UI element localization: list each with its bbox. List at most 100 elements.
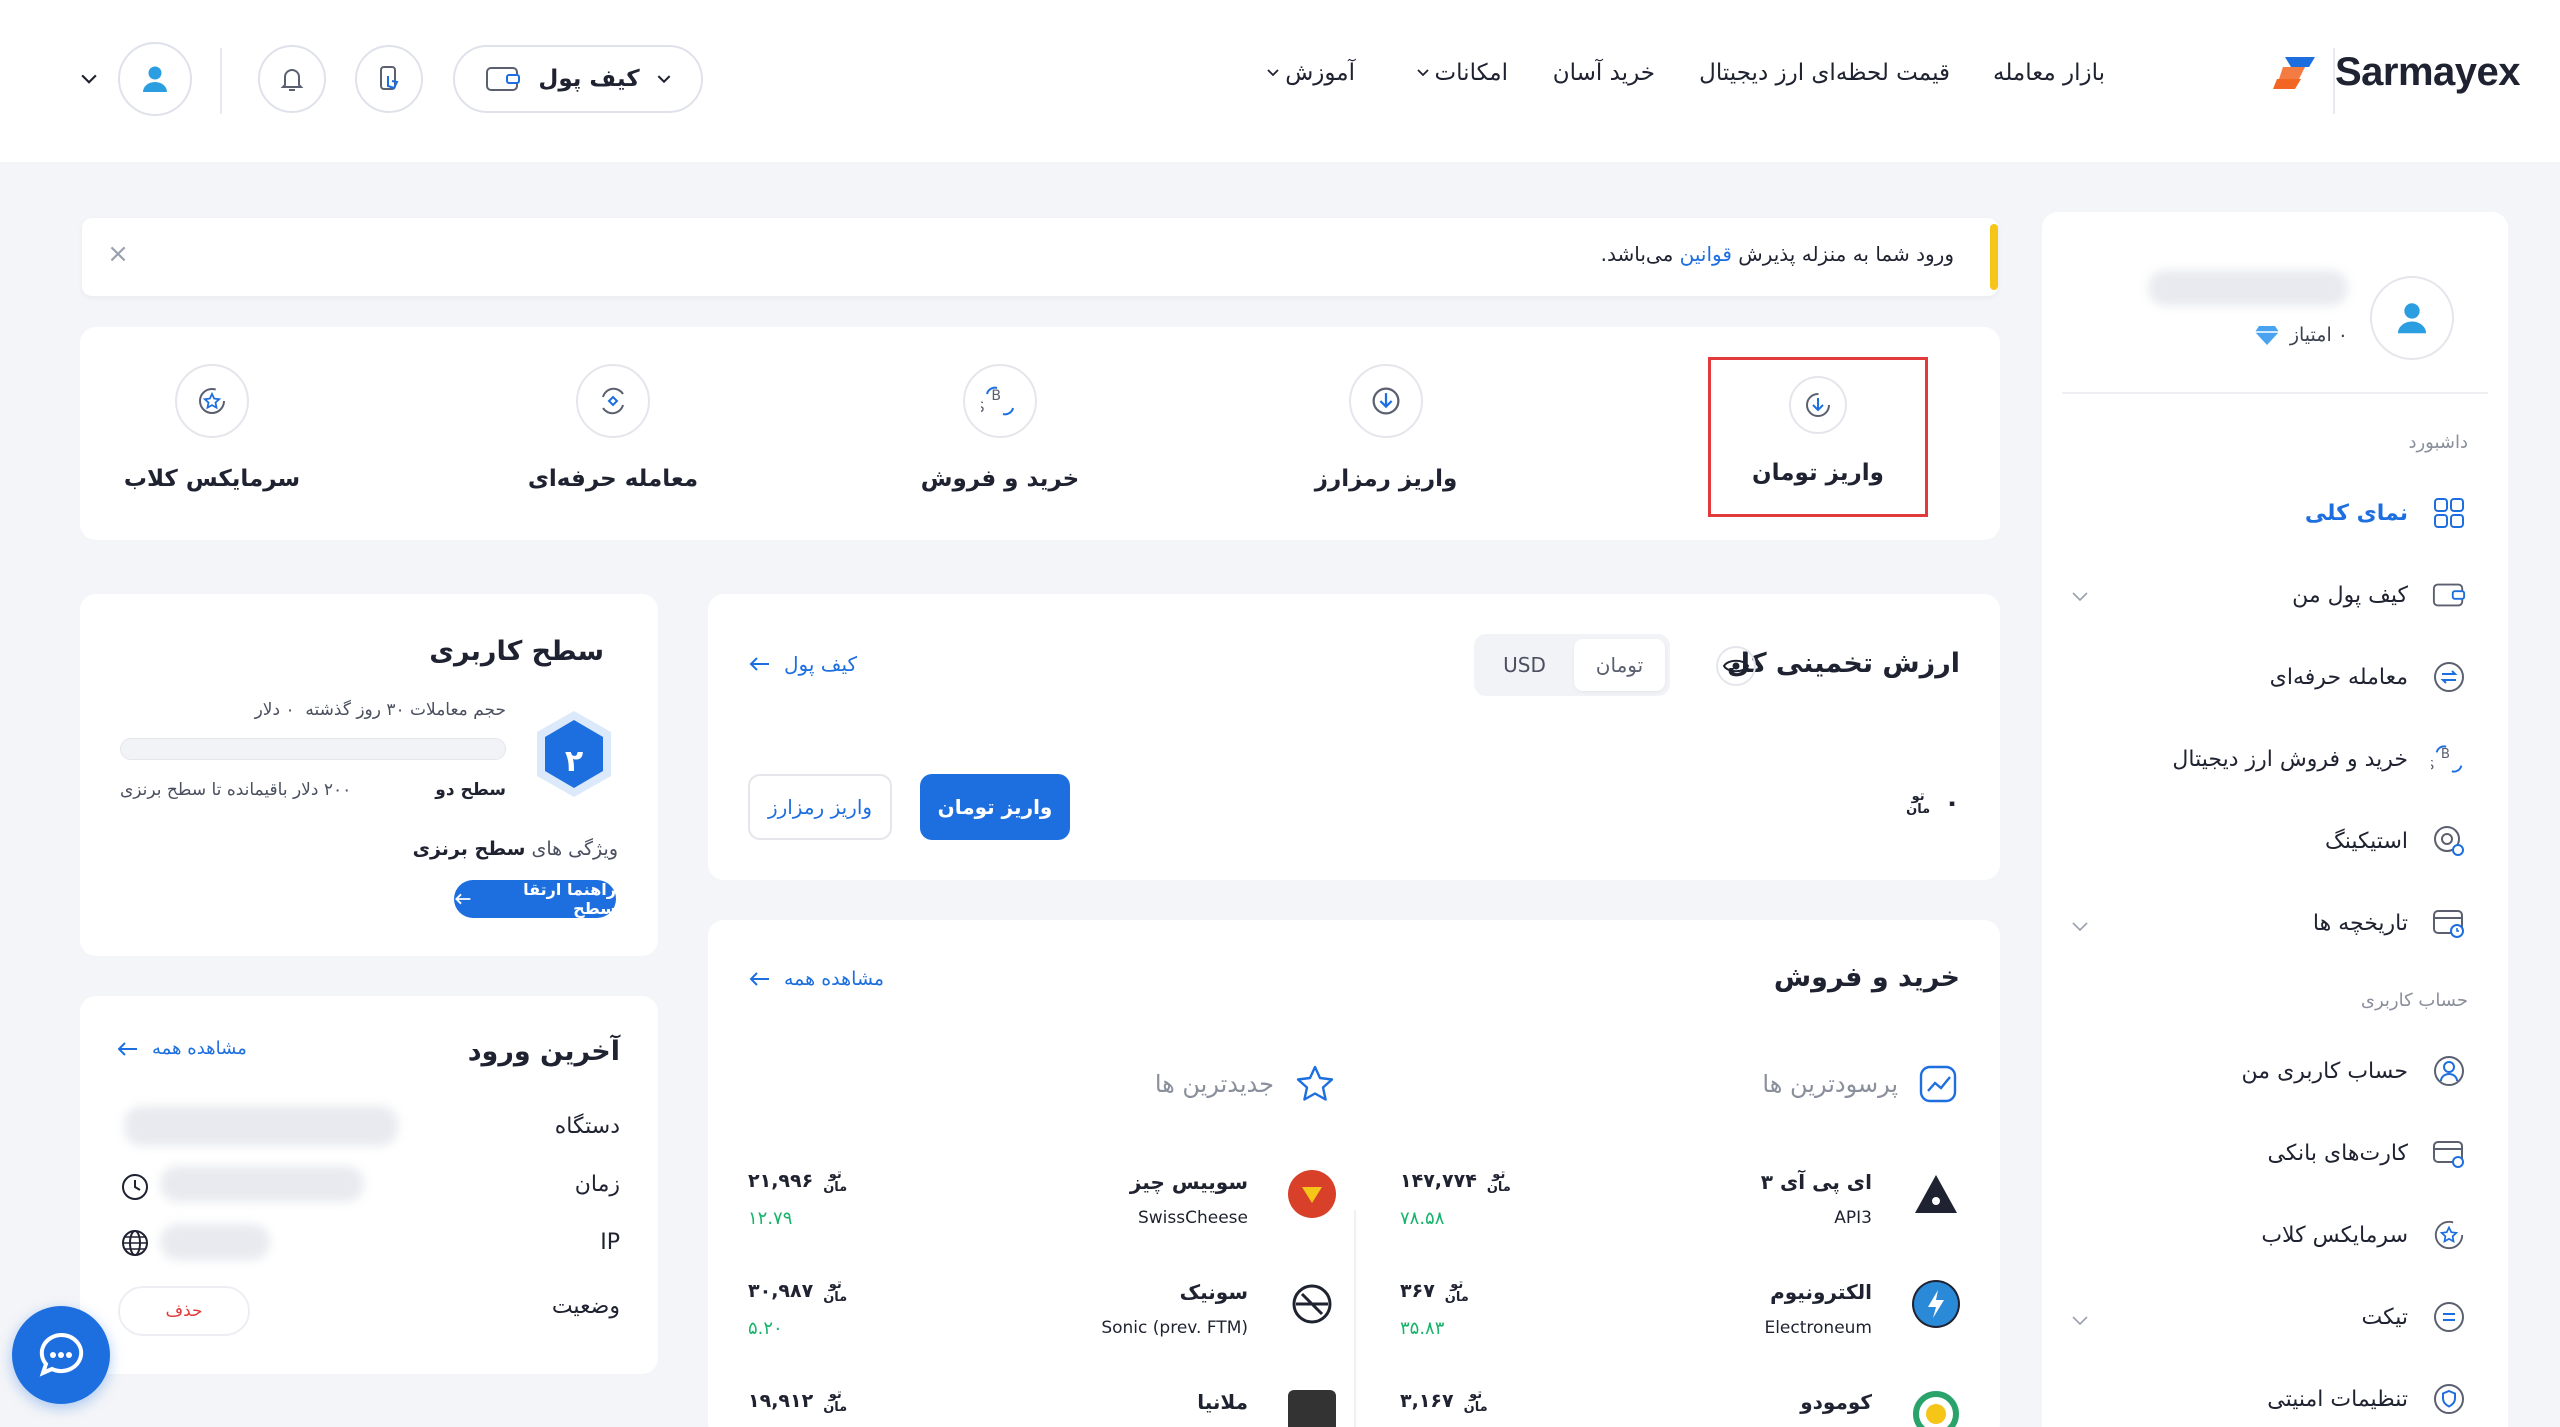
- sidebar-item-club[interactable]: سرمایکس کلاب: [2078, 1212, 2468, 1258]
- quick-buy-sell-label: خرید و فروش: [920, 466, 1080, 492]
- profile-button[interactable]: [118, 42, 192, 116]
- quick-buy-sell[interactable]: $B خرید و فروش: [850, 327, 1150, 540]
- device-label: دستگاه: [554, 1114, 620, 1139]
- list-item[interactable]: الکترونیوم Electroneum تو مان ۳۶۷ ۳۵.۸۳: [1360, 1276, 1960, 1364]
- quick-pro-trade-label: معامله حرفه‌ای: [527, 466, 699, 492]
- sidebar-item-label: خرید و فروش ارز دیجیتال: [2172, 746, 2408, 772]
- quick-club[interactable]: سرمایکس کلاب: [62, 327, 362, 540]
- avatar[interactable]: [2370, 276, 2454, 360]
- coin-change: ۷۸.۵۸: [1400, 1208, 1445, 1229]
- buy-sell-title: خرید و فروش: [1773, 962, 1960, 993]
- level-guide-button[interactable]: راهنما ارتقا سطح: [454, 880, 616, 918]
- coin-price-value: ۱۴۷,۷۷۴: [1400, 1170, 1477, 1192]
- coin-price-value: ۲۱,۹۹۶: [748, 1170, 814, 1192]
- tab-newest[interactable]: جدیدترین ها: [1155, 1064, 1336, 1104]
- nav-features[interactable]: امکانات: [1416, 60, 1508, 86]
- wallet-link[interactable]: کیف پول: [748, 652, 857, 676]
- support-chat-button[interactable]: [12, 1306, 110, 1404]
- toman-unit: تو مان: [823, 1278, 847, 1304]
- notice-message: ورود شما به منزله پذیرش قوانین می‌باشد.: [1601, 242, 1954, 266]
- last-login-see-all[interactable]: مشاهده همه: [116, 1038, 247, 1059]
- sidebar-item-bank-cards[interactable]: کارت‌های بانکی: [2078, 1130, 2468, 1176]
- chevron-down-icon[interactable]: [2072, 1316, 2088, 1326]
- chat-icon: [39, 1332, 84, 1377]
- sidebar-item-my-account[interactable]: حساب کاربری من: [2078, 1048, 2468, 1094]
- tab-most-profitable[interactable]: پرسودترین ها: [1762, 1064, 1960, 1104]
- wallet-icon: [2430, 576, 2468, 614]
- eye-icon[interactable]: [1716, 646, 1756, 686]
- list-item[interactable]: ای پی آی ۳ API3 تو مان ۱۴۷,۷۷۴ ۷۸.۵۸: [1360, 1166, 1960, 1254]
- delete-session-button[interactable]: حذف: [118, 1286, 250, 1336]
- score-text: ۰ امتیاز: [2289, 324, 2348, 346]
- coin-change: ۵.۲۰: [748, 1318, 783, 1339]
- sidebar-item-overview[interactable]: نمای کلی: [2078, 490, 2468, 536]
- list-item[interactable]: ملانیا تو مان ۱۹,۹۱۲: [748, 1386, 1336, 1427]
- coin-price: تو مان ۱۴۷,۷۷۴: [1400, 1168, 1511, 1194]
- notifications-button[interactable]: [258, 45, 326, 113]
- quick-deposit-toman[interactable]: واریز تومان: [1708, 357, 1928, 517]
- sidebar-item-label: تیکت: [2361, 1304, 2408, 1330]
- toman-unit: تو مان: [1906, 790, 1930, 816]
- currency-toman-option[interactable]: تومان: [1574, 639, 1665, 691]
- ticket-icon: [2430, 1298, 2468, 1336]
- volume-label: حجم معاملات ۳۰ روز گذشته: [305, 700, 506, 720]
- nav-market[interactable]: بازار معامله: [1993, 60, 2105, 86]
- coin-change: ۱۲.۷۹: [748, 1208, 793, 1229]
- nav-live-prices[interactable]: قیمت لحظه‌ای ارز دیجیتال: [1699, 60, 1950, 86]
- toman-unit-bottom: مان: [1906, 802, 1931, 817]
- sidebar-item-ticket[interactable]: تیکت: [2078, 1294, 2468, 1340]
- chart-up-icon: [1919, 1065, 1957, 1103]
- buy-sell-see-all[interactable]: مشاهده همه: [748, 968, 884, 990]
- level-number: ۲: [564, 744, 584, 779]
- wallet-dropdown-button[interactable]: کیف پول: [453, 45, 703, 113]
- quick-actions: واریز تومان واریز رمزارز $B خرید و فروش …: [80, 327, 2000, 540]
- list-item[interactable]: کومودو تو مان ۳,۱۶۷: [1360, 1386, 1960, 1427]
- currency-usd-option[interactable]: USD: [1479, 639, 1570, 691]
- volume-value: ۰ دلار: [254, 700, 295, 720]
- coin-price: تو مان ۳۰,۹۸۷: [748, 1278, 847, 1304]
- chevron-down-icon[interactable]: [80, 74, 98, 85]
- coin-symbol: Electroneum: [1764, 1318, 1872, 1338]
- sidebar-item-security[interactable]: تنظیمات امنیتی: [2078, 1376, 2468, 1422]
- chevron-down-icon[interactable]: [2072, 592, 2088, 602]
- coin-price-value: ۱۹,۹۱۲: [748, 1390, 814, 1412]
- globe-icon: [122, 1230, 148, 1256]
- sidebar-item-buy-sell[interactable]: $B خرید و فروش ارز دیجیتال: [2078, 736, 2468, 782]
- chevron-down-icon: [657, 74, 671, 83]
- sidebar-category-dashboard: داشبورد: [2408, 432, 2468, 453]
- close-icon[interactable]: ×: [104, 240, 132, 268]
- deposit-crypto-button[interactable]: واریز رمزارز: [748, 774, 892, 840]
- coin-price-value: ۳۰,۹۸۷: [748, 1280, 814, 1302]
- coin-price-value: ۳۶۷: [1400, 1280, 1435, 1302]
- mobile-app-button[interactable]: [355, 45, 423, 113]
- quick-deposit-crypto[interactable]: واریز رمزارز: [1236, 327, 1536, 540]
- nav-education[interactable]: آموزش: [1267, 60, 1355, 86]
- toman-unit-bottom: مان: [823, 1400, 848, 1415]
- user-avatar-icon: [143, 66, 167, 92]
- list-item[interactable]: سوییس چیز SwissCheese تو مان ۲۱,۹۹۶ ۱۲.۷۹: [748, 1166, 1336, 1254]
- user-level-card: سطح کاربری ۲ حجم معاملات ۳۰ روز گذشته ۰ …: [80, 594, 658, 956]
- chevron-down-icon[interactable]: [2072, 922, 2088, 932]
- list-item[interactable]: سونیک Sonic (prev. FTM) تو مان ۳۰,۹۸۷ ۵.۲۰: [748, 1276, 1336, 1364]
- grid-icon: [2430, 494, 2468, 532]
- sidebar-item-label: استیکینگ: [2325, 828, 2408, 854]
- sidebar-item-staking[interactable]: استیکینگ: [2078, 818, 2468, 864]
- deposit-toman-button[interactable]: واریز تومان: [920, 774, 1070, 840]
- level-guide-label: راهنما ارتقا سطح: [523, 880, 616, 918]
- nav-easy-buy-label: خرید آسان: [1552, 60, 1655, 86]
- brand-logo[interactable]: Sarmayex: [2271, 50, 2521, 95]
- sidebar-item-history[interactable]: تاریخچه ها: [2078, 900, 2468, 946]
- toman-unit-bottom: مان: [1444, 1290, 1469, 1305]
- nav-easy-buy[interactable]: خرید آسان: [1553, 60, 1655, 86]
- svg-text:$: $: [981, 397, 985, 416]
- quick-pro-trade[interactable]: معامله حرفه‌ای: [463, 327, 763, 540]
- bell-icon: [280, 69, 304, 91]
- sidebar-item-wallet[interactable]: کیف پول من: [2078, 572, 2468, 618]
- coin-name: کومودو: [1800, 1390, 1872, 1414]
- terms-link[interactable]: قوانین: [1680, 242, 1732, 266]
- top-header: Sarmayex بازار معامله قیمت لحظه‌ای ارز د…: [0, 0, 2560, 162]
- wallet-icon: [486, 67, 520, 91]
- total-value-card: ارزش تخمینی کل تومان USD کیف پول ۰ تو مان…: [708, 594, 2000, 880]
- sidebar-item-pro-trade[interactable]: معامله حرفه‌ای: [2078, 654, 2468, 700]
- header-divider: [2333, 48, 2335, 114]
